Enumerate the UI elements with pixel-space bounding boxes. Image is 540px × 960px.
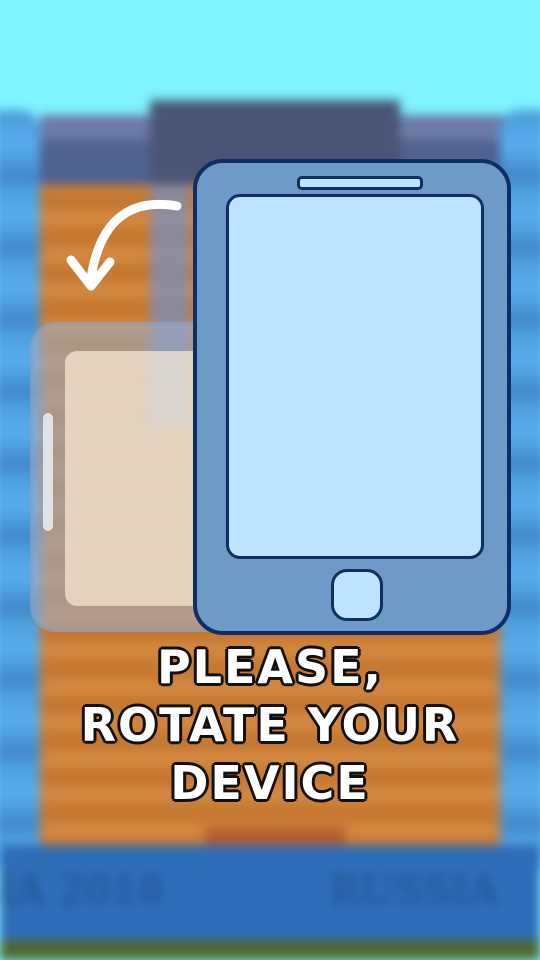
grass (0, 940, 540, 960)
banner-left-text: SIA 2018 (0, 868, 165, 914)
phone-screen (226, 194, 484, 559)
phone-speaker (297, 176, 423, 190)
rotate-message: PLEASE, ROTATE YOUR DEVICE (20, 638, 520, 812)
rotate-device-screen: SIA 2018 RUSSIA PLEASE, ROTATE YOUR DEVI… (0, 0, 540, 960)
ghost-phone-button (43, 413, 53, 531)
phone-home-button (331, 569, 383, 621)
curved-arrow-icon (66, 200, 182, 291)
message-line-1: PLEASE, (156, 640, 384, 694)
phone-portrait-icon (193, 159, 511, 635)
banner-right-text: RUSSIA (330, 868, 499, 914)
message-line-3: DEVICE (170, 756, 370, 810)
message-line-2: ROTATE YOUR (80, 698, 460, 752)
